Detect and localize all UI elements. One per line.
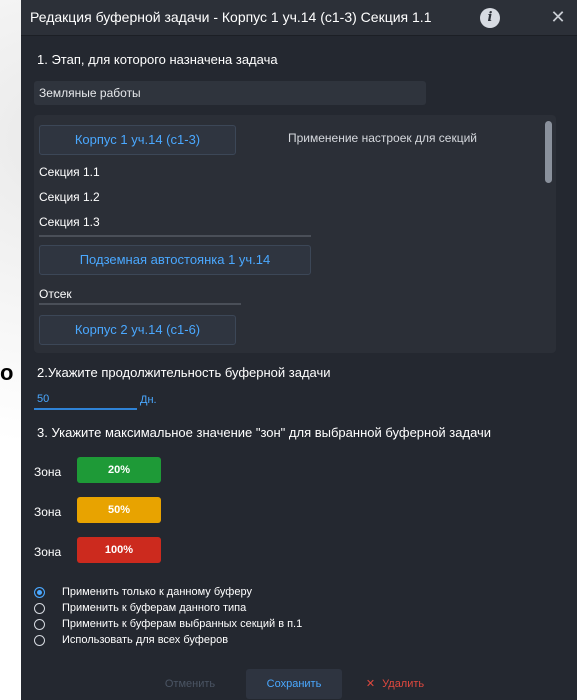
group-button-parking[interactable]: Подземная автостоянка 1 уч.14 [39,245,311,275]
duration-unit: Дн. [140,394,157,406]
save-button[interactable]: Сохранить [246,669,342,699]
duration-input[interactable]: 50 [34,390,137,410]
dialog-title: Редакция буферной задачи - Корпус 1 уч.1… [30,9,432,25]
radio-button[interactable] [34,587,45,598]
group-button-korpus-1[interactable]: Корпус 1 уч.14 (с1-3) [39,125,236,155]
option-label: Применить к буферам данного типа [62,602,247,614]
section-item[interactable]: Секция 1.3 [39,215,100,229]
info-icon[interactable]: i [480,8,500,28]
dialog-titlebar: Редакция буферной задачи - Корпус 1 уч.1… [21,0,577,36]
zones-label: 3. Укажите максимальное значение "зон" д… [37,425,492,440]
cancel-button[interactable]: Отменить [149,669,231,699]
stage-label: 1. Этап, для которого назначена задача [37,52,278,67]
zone-label: Зона [34,545,62,559]
duration-label: 2.Укажите продолжительность буферной зад… [37,365,331,380]
group-button-korpus-2[interactable]: Корпус 2 уч.14 (с1-6) [39,315,236,345]
background-partial-letter: о [0,360,14,385]
scrollbar-thumb[interactable] [545,121,552,183]
radio-button[interactable] [34,603,45,614]
buffer-task-dialog: Редакция буферной задачи - Корпус 1 уч.1… [21,0,577,700]
zone-label: Зона [34,505,62,519]
delete-button[interactable]: ✕ Удалить [355,669,435,699]
radio-button[interactable] [34,619,45,630]
stage-field[interactable]: Земляные работы [34,81,426,105]
close-icon: ✕ [365,678,376,690]
section-item[interactable]: Отсек [39,287,72,301]
section-item[interactable]: Секция 1.1 [39,165,100,179]
zone-value-yellow[interactable]: 50% [77,497,161,523]
option-label: Применить только к данному буферу [62,586,252,598]
group-divider [39,303,241,305]
zone-value-red[interactable]: 100% [77,537,161,563]
option-label: Применить к буферам выбранных секций в п… [62,618,303,630]
section-item[interactable]: Секция 1.2 [39,190,100,204]
zone-value-green[interactable]: 20% [77,457,161,483]
option-label: Использовать для всех буферов [62,634,229,646]
zone-label: Зона [34,465,62,479]
radio-button[interactable] [34,635,45,646]
group-divider [39,235,311,237]
apply-settings-label: Применение настроек для секций [288,131,478,145]
sections-panel: Корпус 1 уч.14 (с1-3) Применение настрое… [34,115,556,353]
close-icon[interactable]: ✕ [548,0,568,35]
delete-label: Удалить [382,678,425,690]
